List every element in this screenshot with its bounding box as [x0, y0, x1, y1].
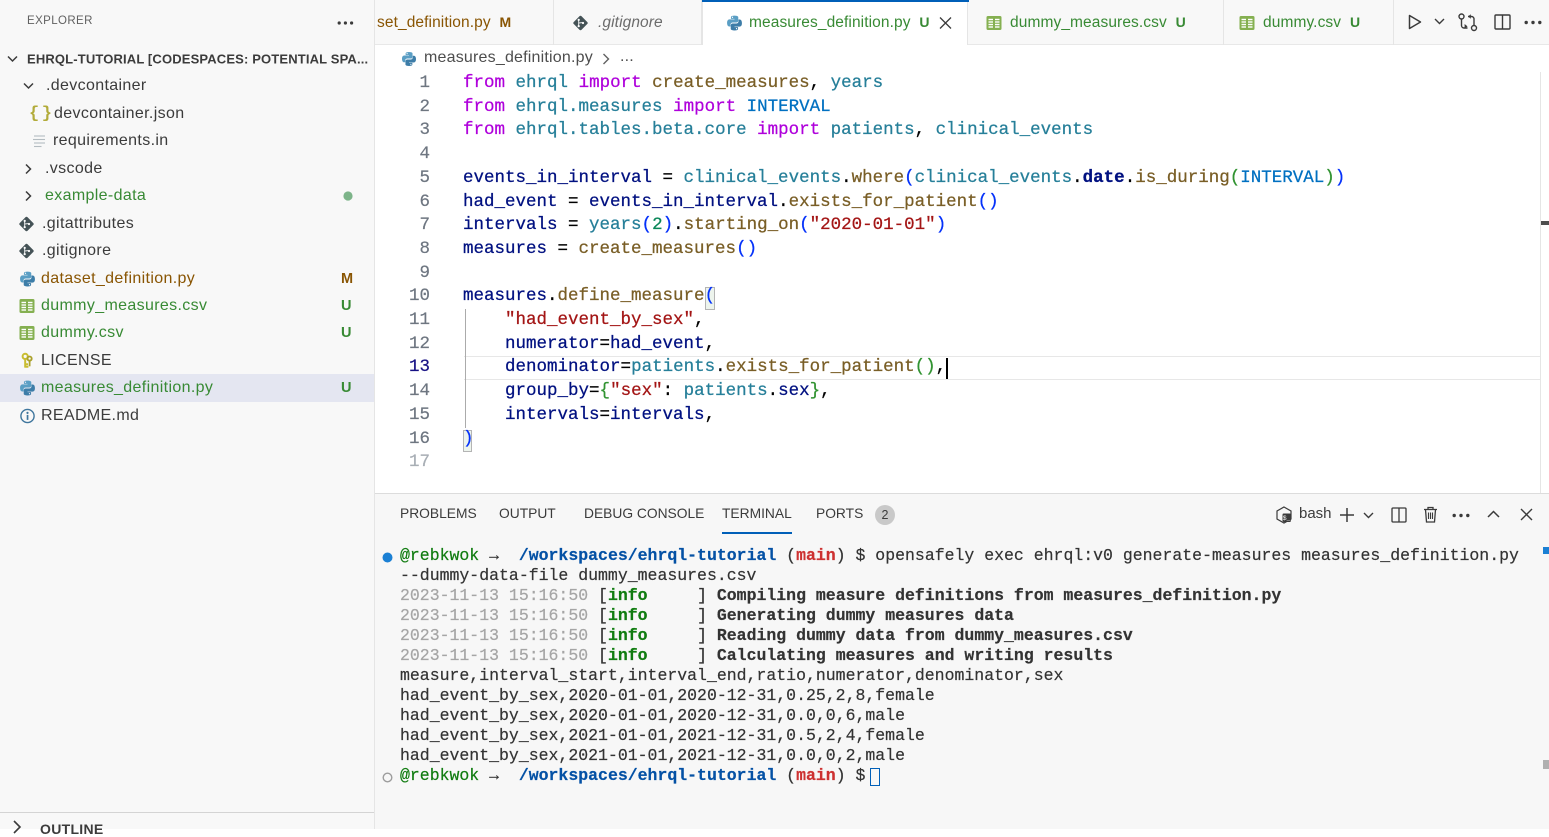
- svg-text:$_: $_: [1283, 515, 1291, 522]
